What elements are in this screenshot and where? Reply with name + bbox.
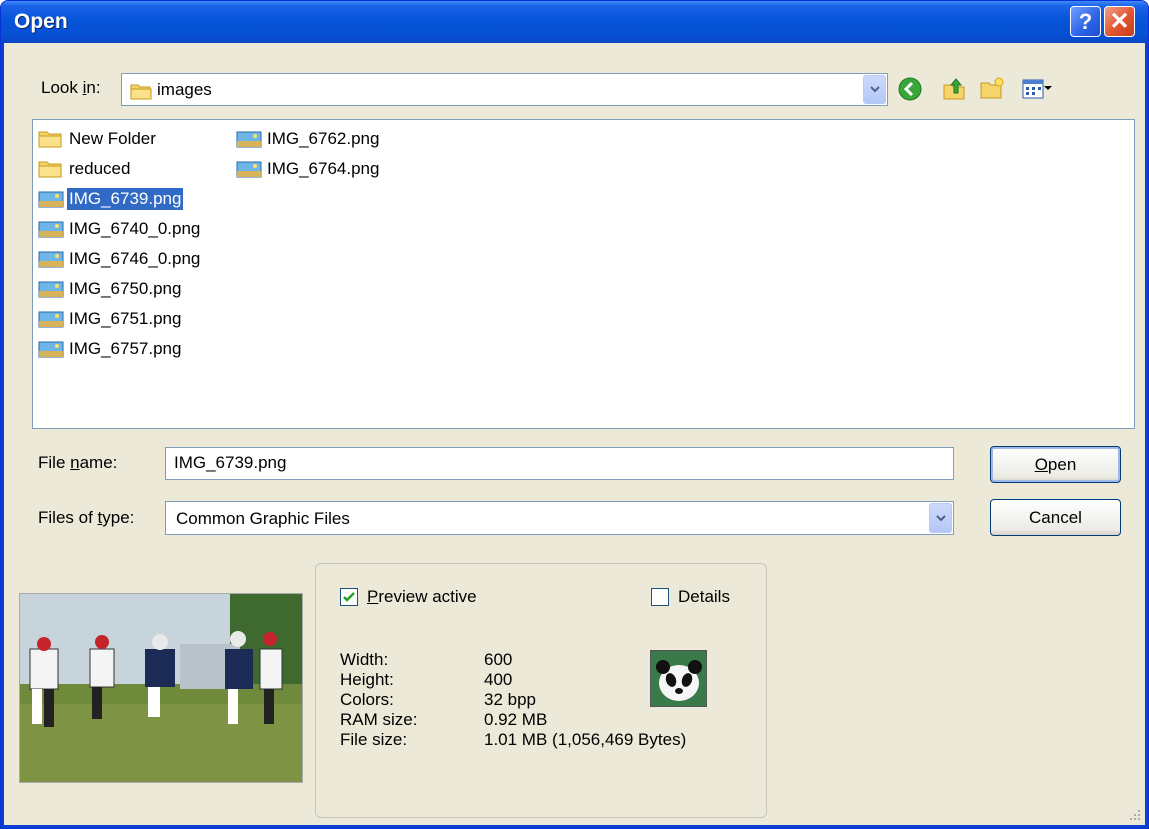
view-menu-icon bbox=[1022, 79, 1044, 99]
file-name: IMG_6746_0.png bbox=[69, 249, 201, 268]
file-name: New Folder bbox=[69, 129, 156, 148]
list-item-reduced[interactable]: reduced bbox=[37, 156, 132, 182]
list-item-img-6751[interactable]: IMG_6751.png bbox=[37, 306, 183, 332]
up-folder-icon[interactable] bbox=[942, 77, 968, 101]
file-name: IMG_6762.png bbox=[267, 129, 380, 148]
close-button[interactable]: ✕ bbox=[1104, 6, 1135, 37]
chevron-down-icon bbox=[869, 86, 880, 93]
file-type-value: Common Graphic Files bbox=[176, 509, 350, 528]
image-file-icon bbox=[38, 221, 64, 238]
info-key-ram-size: RAM size: bbox=[340, 710, 418, 729]
file-type-combo[interactable]: Common Graphic Files bbox=[165, 501, 954, 535]
file-type-dropdown-button[interactable] bbox=[929, 503, 952, 533]
image-file-icon bbox=[236, 161, 262, 178]
preview-active-label: Preview active bbox=[367, 587, 477, 606]
info-value-file-size: 1.01 MB (1,056,469 Bytes) bbox=[484, 730, 687, 749]
list-item-img-6750[interactable]: IMG_6750.png bbox=[37, 276, 183, 302]
info-value-ram-size: 0.92 MB bbox=[484, 710, 548, 729]
image-file-icon bbox=[38, 191, 64, 208]
file-type-label: Files of type: bbox=[38, 508, 135, 527]
look-in-combo[interactable]: images bbox=[121, 73, 888, 106]
image-file-icon bbox=[236, 131, 262, 148]
view-menu-button[interactable] bbox=[1022, 79, 1052, 99]
help-button[interactable]: ? bbox=[1070, 6, 1101, 37]
list-item-img-6739[interactable]: IMG_6739.png bbox=[37, 186, 184, 212]
list-item-img-6764[interactable]: IMG_6764.png bbox=[235, 156, 381, 182]
title-bar[interactable]: Open ? ✕ bbox=[1, 1, 1148, 43]
list-item-new-folder[interactable]: New Folder bbox=[37, 126, 158, 152]
info-key-colors: Colors: bbox=[340, 690, 394, 709]
info-value-height: 400 bbox=[484, 670, 513, 689]
image-file-icon bbox=[38, 281, 64, 298]
list-item-img-6757[interactable]: IMG_6757.png bbox=[37, 336, 183, 362]
back-icon[interactable] bbox=[898, 77, 922, 101]
file-list[interactable]: New Folder reduced IMG_6739.png IMG_6740… bbox=[32, 119, 1135, 429]
list-item-img-6740-0[interactable]: IMG_6740_0.png bbox=[37, 216, 202, 242]
preview-info-panel: Preview active Details Width: 600 Height… bbox=[315, 563, 767, 818]
dialog-body: Look in: images New Folder reduced IMG_6… bbox=[4, 43, 1145, 825]
info-value-width: 600 bbox=[484, 650, 513, 669]
checkmark-icon bbox=[343, 592, 355, 602]
image-file-icon bbox=[38, 311, 64, 328]
chevron-down-icon bbox=[1044, 86, 1052, 90]
list-item-img-6762[interactable]: IMG_6762.png bbox=[235, 126, 381, 152]
cancel-button[interactable]: Cancel bbox=[990, 499, 1121, 536]
panda-logo-icon bbox=[650, 650, 707, 707]
info-key-height: Height: bbox=[340, 670, 394, 689]
folder-icon bbox=[38, 131, 62, 148]
file-name: IMG_6740_0.png bbox=[69, 219, 201, 238]
file-name-input[interactable]: IMG_6739.png bbox=[165, 447, 954, 480]
image-file-icon bbox=[38, 341, 64, 358]
look-in-value: images bbox=[157, 80, 212, 99]
info-value-colors: 32 bpp bbox=[484, 690, 536, 709]
look-in-label: Look in: bbox=[41, 78, 101, 97]
help-icon: ? bbox=[1078, 8, 1093, 34]
details-checkbox[interactable] bbox=[651, 588, 669, 606]
details-label: Details bbox=[678, 587, 730, 606]
folder-icon bbox=[38, 161, 62, 178]
preview-active-checkbox[interactable] bbox=[340, 588, 358, 606]
list-item-img-6746-0[interactable]: IMG_6746_0.png bbox=[37, 246, 202, 272]
file-name: IMG_6739.png bbox=[67, 188, 184, 210]
file-name: IMG_6764.png bbox=[267, 159, 380, 178]
file-name: reduced bbox=[69, 159, 131, 178]
close-icon: ✕ bbox=[1109, 8, 1130, 35]
new-folder-icon[interactable] bbox=[979, 77, 1005, 101]
chevron-down-icon bbox=[935, 514, 946, 521]
image-preview bbox=[19, 593, 303, 783]
resize-grip-icon[interactable] bbox=[1127, 807, 1141, 821]
file-name: IMG_6757.png bbox=[69, 339, 182, 358]
image-file-icon bbox=[38, 251, 64, 268]
file-name: IMG_6751.png bbox=[69, 309, 182, 328]
file-name-label: File name: bbox=[38, 453, 118, 472]
open-button[interactable]: Open bbox=[990, 446, 1121, 483]
info-key-file-size: File size: bbox=[340, 730, 408, 749]
window-title: Open bbox=[14, 10, 68, 33]
file-name: IMG_6750.png bbox=[69, 279, 182, 298]
folder-icon bbox=[130, 84, 152, 100]
look-in-dropdown-button[interactable] bbox=[863, 75, 886, 104]
open-dialog: Open ? ✕ Look in: images New Folder redu… bbox=[0, 0, 1149, 829]
info-key-width: Width: bbox=[340, 650, 389, 669]
